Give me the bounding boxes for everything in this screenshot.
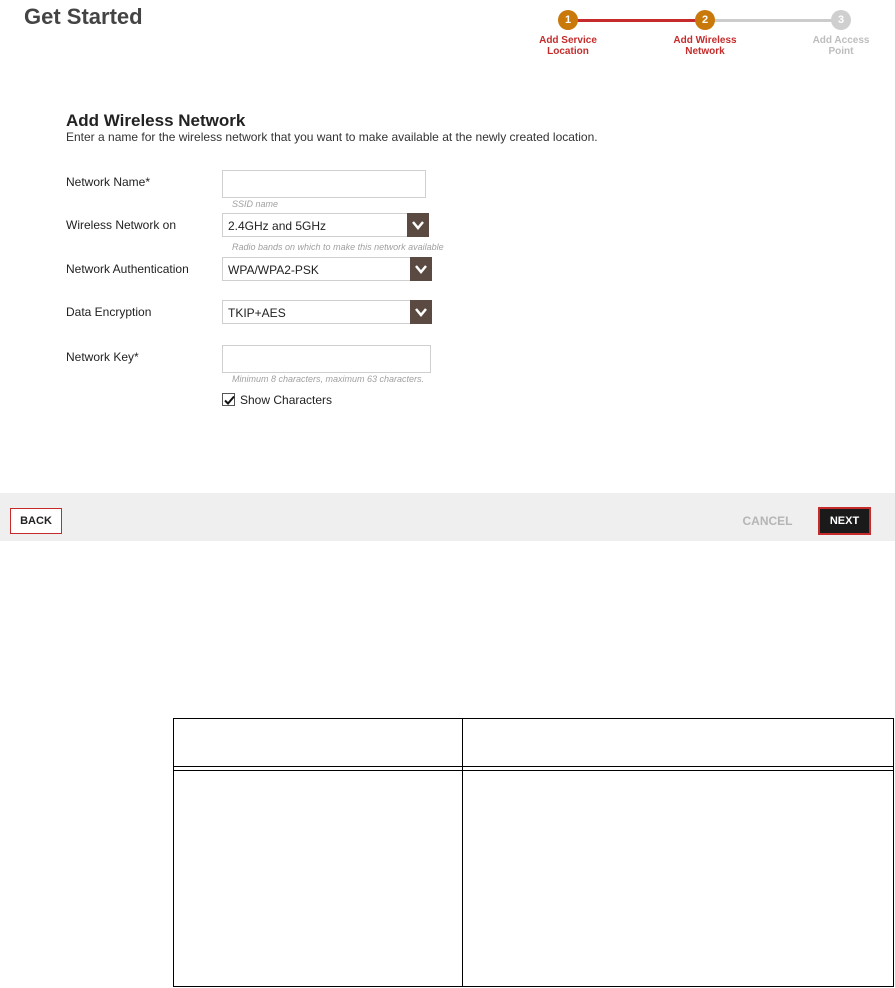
step-2-label: Add Wireless Network: [673, 35, 737, 57]
wireless-band-selected-value: 2.4GHz and 5GHz: [228, 219, 327, 233]
step-connector-pending: [705, 19, 835, 22]
wireless-network-on-label: Wireless Network on: [66, 218, 177, 232]
progress-stepper: 1 Add Service Location 2 Add Wireless Ne…: [520, 8, 895, 68]
step-3-label: Add Access Point: [812, 35, 870, 57]
page-title: Get Started: [24, 4, 143, 29]
network-name-hint: SSID name: [232, 199, 279, 209]
data-encryption-select[interactable]: TKIP+AES: [222, 300, 432, 324]
cancel-button[interactable]: CANCEL: [730, 508, 805, 534]
step-1-badge: 1: [558, 10, 578, 30]
chevron-down-icon[interactable]: [407, 213, 429, 237]
step-2-badge: 2: [695, 10, 715, 30]
network-key-hint: Minimum 8 characters, maximum 63 charact…: [232, 374, 425, 384]
data-encryption-selected-value: TKIP+AES: [228, 306, 286, 320]
show-characters-checkbox[interactable]: [222, 393, 235, 406]
network-name-input[interactable]: [222, 170, 426, 198]
step-connector-completed: [570, 19, 705, 22]
wireless-band-hint: Radio bands on which to make this networ…: [232, 242, 444, 252]
network-key-input[interactable]: [222, 345, 431, 373]
wizard-footer: BACK CANCEL NEXT: [0, 493, 895, 541]
next-button[interactable]: NEXT: [818, 507, 871, 535]
network-authentication-label: Network Authentication: [66, 262, 189, 276]
network-key-label: Network Key*: [66, 350, 139, 364]
back-button[interactable]: BACK: [10, 508, 62, 534]
section-title: Add Wireless Network: [66, 111, 246, 130]
wireless-band-select[interactable]: 2.4GHz and 5GHz: [222, 213, 429, 237]
step-3-badge: 3: [831, 10, 851, 30]
data-encryption-label: Data Encryption: [66, 305, 152, 319]
table-column-divider: [462, 719, 463, 986]
section-description: Enter a name for the wireless network th…: [66, 130, 598, 144]
network-name-label: Network Name*: [66, 175, 151, 189]
empty-table: [173, 718, 894, 987]
show-characters-label: Show Characters: [240, 393, 333, 407]
chevron-down-icon[interactable]: [410, 257, 432, 281]
network-authentication-select[interactable]: WPA/WPA2-PSK: [222, 257, 432, 281]
table-header-rule: [174, 766, 893, 767]
step-1-label: Add Service Location: [539, 35, 597, 57]
chevron-down-icon[interactable]: [410, 300, 432, 324]
network-authentication-selected-value: WPA/WPA2-PSK: [228, 263, 319, 277]
table-header-rule-double: [174, 770, 893, 771]
